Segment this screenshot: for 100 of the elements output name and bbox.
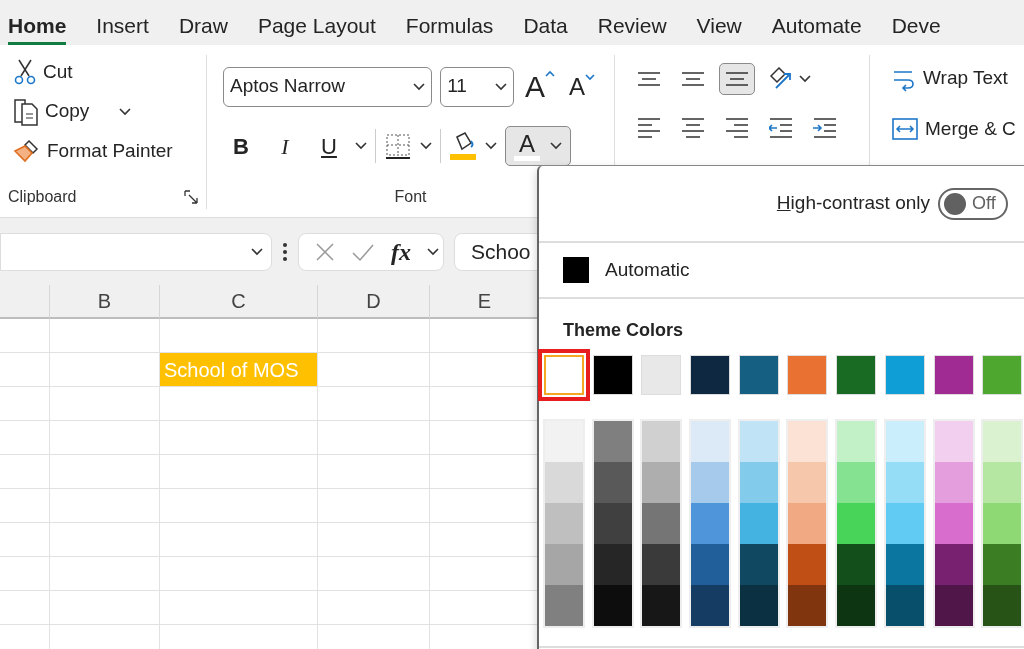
color-swatch[interactable] bbox=[642, 503, 681, 544]
italic-button[interactable]: I bbox=[267, 126, 303, 166]
color-swatch[interactable] bbox=[934, 462, 973, 503]
grow-font-button[interactable]: A bbox=[521, 63, 558, 110]
color-swatch[interactable] bbox=[738, 355, 779, 395]
wrap-text-button[interactable]: Wrap Text bbox=[886, 61, 1024, 96]
color-swatch[interactable] bbox=[884, 355, 925, 395]
color-swatch[interactable] bbox=[691, 544, 730, 585]
color-swatch[interactable] bbox=[982, 355, 1023, 395]
color-swatch[interactable] bbox=[642, 462, 681, 503]
dialog-launcher-icon[interactable] bbox=[184, 190, 198, 204]
ribbon-tab[interactable]: Deve bbox=[891, 6, 941, 45]
underline-button[interactable]: U bbox=[311, 126, 347, 166]
font-size-field[interactable]: 11 bbox=[440, 66, 514, 107]
automatic-option[interactable]: Automatic bbox=[539, 243, 1024, 297]
color-swatch[interactable] bbox=[788, 544, 827, 585]
color-swatch[interactable] bbox=[593, 544, 632, 585]
color-swatch[interactable] bbox=[788, 421, 827, 462]
color-swatch[interactable] bbox=[788, 503, 827, 544]
color-swatch[interactable] bbox=[787, 355, 828, 395]
color-swatch[interactable] bbox=[545, 544, 583, 585]
color-swatch[interactable] bbox=[739, 544, 778, 585]
copy-button[interactable]: Copy bbox=[8, 93, 206, 130]
color-swatch[interactable] bbox=[739, 462, 778, 503]
color-swatch[interactable] bbox=[690, 355, 731, 395]
color-swatch[interactable] bbox=[837, 544, 876, 585]
column-header[interactable]: C bbox=[160, 285, 318, 319]
ribbon-tab[interactable]: Formulas bbox=[405, 6, 494, 45]
color-swatch-icon bbox=[563, 257, 589, 283]
color-swatch[interactable] bbox=[837, 503, 876, 544]
group-label: Clipboard bbox=[8, 187, 77, 207]
color-swatch[interactable] bbox=[545, 421, 583, 462]
color-swatch[interactable] bbox=[885, 421, 924, 462]
angled-text-icon bbox=[769, 67, 793, 91]
color-swatch[interactable] bbox=[788, 585, 827, 626]
color-swatch[interactable] bbox=[691, 421, 730, 462]
color-swatch[interactable] bbox=[642, 544, 681, 585]
color-swatch[interactable] bbox=[641, 355, 682, 395]
color-swatch[interactable] bbox=[739, 421, 778, 462]
ribbon-tab[interactable]: Review bbox=[597, 6, 667, 45]
color-swatch[interactable] bbox=[691, 462, 730, 503]
color-swatch[interactable] bbox=[739, 503, 778, 544]
color-swatch[interactable] bbox=[934, 544, 973, 585]
high-contrast-toggle[interactable]: Off bbox=[938, 187, 1008, 220]
color-swatch[interactable] bbox=[983, 503, 1022, 544]
color-swatch[interactable] bbox=[934, 585, 973, 626]
color-swatch[interactable] bbox=[983, 544, 1022, 585]
color-swatch[interactable] bbox=[934, 421, 973, 462]
color-swatch[interactable] bbox=[545, 503, 583, 544]
color-swatch[interactable] bbox=[593, 421, 632, 462]
format-painter-button[interactable]: Format Painter bbox=[8, 133, 206, 168]
chevron-down-icon bbox=[485, 142, 497, 150]
insert-function-button[interactable]: fx bbox=[391, 233, 411, 270]
color-swatch[interactable] bbox=[642, 585, 681, 626]
color-swatch[interactable] bbox=[691, 585, 730, 626]
color-swatch[interactable] bbox=[545, 585, 583, 626]
color-swatch[interactable] bbox=[592, 355, 633, 395]
color-swatch[interactable] bbox=[593, 503, 632, 544]
color-swatch[interactable] bbox=[836, 355, 877, 395]
borders-icon[interactable] bbox=[384, 132, 412, 160]
cancel-icon[interactable] bbox=[315, 241, 335, 262]
color-swatch[interactable] bbox=[934, 503, 973, 544]
color-swatch[interactable] bbox=[933, 355, 974, 395]
color-swatch[interactable] bbox=[788, 462, 827, 503]
color-swatch[interactable] bbox=[642, 421, 681, 462]
align-bottom-button[interactable] bbox=[719, 63, 755, 95]
color-swatch[interactable] bbox=[593, 585, 632, 626]
color-swatch[interactable] bbox=[593, 462, 632, 503]
font-color-button[interactable]: A bbox=[505, 126, 571, 166]
ribbon-tab[interactable]: Draw bbox=[178, 6, 228, 45]
column-header[interactable]: D bbox=[318, 285, 430, 319]
font-name-field[interactable]: Aptos Narrow bbox=[223, 66, 433, 107]
color-swatch[interactable] bbox=[545, 462, 583, 503]
ribbon-tab[interactable]: Automate bbox=[771, 6, 862, 45]
bold-button[interactable]: B bbox=[223, 126, 259, 166]
color-swatch[interactable] bbox=[837, 585, 876, 626]
color-swatch[interactable] bbox=[691, 503, 730, 544]
fill-color-icon[interactable] bbox=[449, 131, 477, 161]
color-swatch[interactable] bbox=[885, 585, 924, 626]
ribbon-tab[interactable]: Data bbox=[523, 6, 568, 45]
column-header[interactable]: E bbox=[430, 285, 540, 319]
column-header[interactable]: B bbox=[50, 285, 160, 319]
ribbon-tab[interactable]: Insert bbox=[96, 6, 149, 45]
ribbon-tab[interactable]: Page Layout bbox=[257, 6, 376, 45]
color-swatch[interactable] bbox=[837, 421, 876, 462]
color-swatch[interactable] bbox=[983, 585, 1022, 626]
font-name: Aptos Narrow bbox=[230, 74, 346, 99]
color-swatch[interactable] bbox=[885, 462, 924, 503]
color-swatch[interactable] bbox=[885, 503, 924, 544]
color-swatch[interactable] bbox=[983, 462, 1022, 503]
color-swatch[interactable] bbox=[739, 585, 778, 626]
ribbon-tab[interactable]: View bbox=[696, 6, 742, 45]
color-swatch[interactable] bbox=[885, 544, 924, 585]
color-swatch[interactable] bbox=[837, 462, 876, 503]
color-swatch[interactable] bbox=[983, 421, 1022, 462]
merge-button[interactable]: Merge & C bbox=[886, 111, 1024, 146]
cut-button[interactable]: Cut bbox=[8, 55, 206, 90]
chevron-down-icon bbox=[420, 142, 432, 150]
shrink-font-button[interactable]: A bbox=[566, 67, 598, 106]
grid-cell bbox=[0, 421, 50, 455]
